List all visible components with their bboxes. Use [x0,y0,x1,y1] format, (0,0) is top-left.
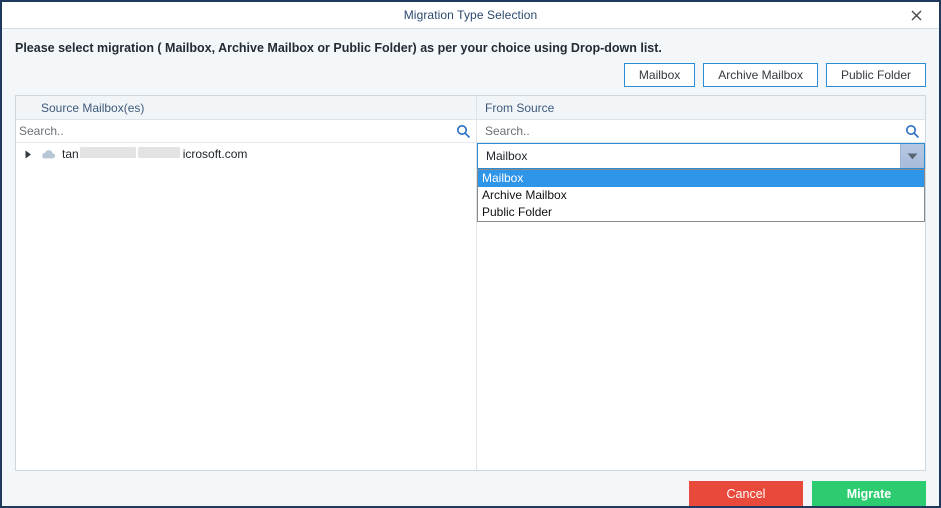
cancel-button[interactable]: Cancel [689,481,803,506]
source-mailbox-list: tan icrosoft.com [16,143,477,470]
panel-body: tan icrosoft.com Mailbox Mailbox Archive… [16,143,925,470]
source-search-input[interactable] [19,120,476,142]
migrate-button[interactable]: Migrate [812,481,926,506]
migration-type-dropdown: Mailbox Mailbox Archive Mailbox Public F… [477,143,925,222]
dropdown-option-public-folder[interactable]: Public Folder [478,204,924,221]
mailbox-button[interactable]: Mailbox [623,63,696,87]
migration-type-dialog: Migration Type Selection Please select m… [0,0,941,508]
column-header-row: Source Mailbox(es) From Source [16,96,925,120]
dropdown-control[interactable]: Mailbox [477,143,925,169]
from-source-search-input[interactable] [485,120,925,142]
public-folder-button[interactable]: Public Folder [825,63,926,87]
mailbox-label: tan icrosoft.com [62,147,247,161]
cloud-icon [40,148,56,160]
column-header-source: Source Mailbox(es) [16,96,477,119]
search-icon[interactable] [905,124,919,138]
dropdown-selected-value: Mailbox [486,149,528,163]
mailbox-label-suffix: icrosoft.com [182,147,248,161]
chevron-down-icon[interactable] [900,144,924,168]
mailbox-label-prefix: tan [62,147,79,161]
redacted-text [137,147,180,158]
dropdown-option-archive-mailbox[interactable]: Archive Mailbox [478,187,924,204]
archive-mailbox-button[interactable]: Archive Mailbox [703,63,818,87]
redacted-text [79,147,136,158]
from-source-search-cell [477,120,925,142]
search-row [16,120,925,143]
dropdown-option-mailbox[interactable]: Mailbox [478,170,924,187]
list-item[interactable]: tan icrosoft.com [16,143,476,165]
dropdown-options-list: Mailbox Archive Mailbox Public Folder [477,169,925,222]
triangle-right-icon[interactable] [22,148,34,160]
dialog-footer: Cancel Migrate [2,471,939,506]
close-icon[interactable] [899,2,933,28]
column-header-from-source: From Source [485,100,555,115]
from-source-column: Mailbox Mailbox Archive Mailbox Public F… [477,143,925,470]
source-search-cell [16,120,477,142]
instruction-text: Please select migration ( Mailbox, Archi… [15,41,662,55]
migration-type-buttons: Mailbox Archive Mailbox Public Folder [2,63,939,87]
title-bar: Migration Type Selection [2,2,939,29]
mailbox-mapping-panel: Source Mailbox(es) From Source Search.. … [15,95,926,471]
search-icon[interactable] [456,124,470,138]
window-title: Migration Type Selection [403,8,538,22]
